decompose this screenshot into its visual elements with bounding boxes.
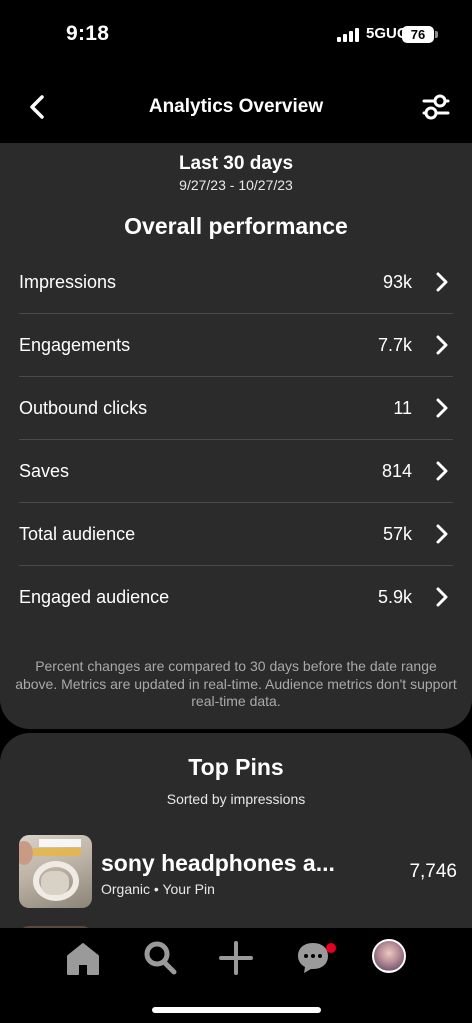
top-pins-title: Top Pins <box>188 754 284 780</box>
metric-label: Engagements <box>19 335 131 355</box>
top-pins-card: Top Pins Sorted by impressions sony head… <box>0 733 472 953</box>
signal-icon <box>337 28 359 42</box>
metric-label: Engaged audience <box>19 587 170 607</box>
tab-home[interactable] <box>63 938 103 978</box>
footnote: Percent changes are compared to 30 days … <box>15 658 457 709</box>
chevron-right-icon <box>436 461 448 481</box>
pin-title: sony headphones a... <box>101 850 335 876</box>
metric-value: 93k <box>382 272 412 292</box>
home-indicator <box>152 1007 321 1013</box>
metric-row-engaged-audience[interactable]: Engaged audience 5.9k <box>19 566 453 629</box>
metric-label: Impressions <box>19 272 117 292</box>
status-time: 9:18 <box>66 22 110 45</box>
home-icon <box>67 943 99 975</box>
avatar[interactable] <box>372 939 406 973</box>
plus-icon <box>219 941 253 975</box>
tab-search[interactable] <box>140 938 180 978</box>
metrics-list: Impressions 93k Engagements 7.7k Outboun… <box>0 251 472 629</box>
pin-thumbnail <box>19 835 92 908</box>
metric-label: Total audience <box>19 524 136 544</box>
metric-value: 57k <box>382 524 412 544</box>
metric-value: 814 <box>381 461 412 481</box>
pin-row[interactable]: sony headphones a... Organic • Your Pin … <box>19 835 459 909</box>
chevron-right-icon <box>436 524 448 544</box>
pin-meta: Organic • Your Pin <box>101 881 215 897</box>
filter-button[interactable] <box>420 92 452 122</box>
tab-create[interactable] <box>216 938 256 978</box>
metric-row-saves[interactable]: Saves 814 <box>19 440 453 503</box>
status-bar: 9:18 5GUC 76 <box>0 0 472 70</box>
page-title: Analytics Overview <box>148 96 324 117</box>
top-pins-sort-label[interactable]: Sorted by impressions <box>0 791 472 807</box>
date-range-label[interactable]: Last 30 days <box>0 153 472 175</box>
header: Analytics Overview <box>0 78 472 138</box>
notification-dot <box>326 943 336 953</box>
metric-value: 11 <box>393 398 412 418</box>
date-range-value: 9/27/23 - 10/27/23 <box>179 177 293 193</box>
performance-card: Last 30 days 9/27/23 - 10/27/23 Overall … <box>0 143 472 729</box>
chevron-right-icon <box>436 272 448 292</box>
metric-value: 7.7k <box>377 335 412 355</box>
metric-row-outbound-clicks[interactable]: Outbound clicks 11 <box>19 377 453 440</box>
performance-title: Overall performance <box>124 213 348 239</box>
chevron-right-icon <box>436 587 448 607</box>
chevron-right-icon <box>436 398 448 418</box>
analytics-screen: 9:18 5GUC 76 Analytics Overview Last 30 … <box>0 0 472 1023</box>
metric-row-impressions[interactable]: Impressions 93k <box>19 251 453 314</box>
chevron-right-icon <box>436 335 448 355</box>
battery-tip <box>435 31 438 38</box>
metric-row-engagements[interactable]: Engagements 7.7k <box>19 314 453 377</box>
search-icon <box>144 941 177 975</box>
battery-icon: 76 <box>402 26 434 43</box>
metric-label: Outbound clicks <box>19 398 148 418</box>
sliders-icon <box>422 94 450 120</box>
metric-row-total-audience[interactable]: Total audience 57k <box>19 503 453 566</box>
pin-impressions: 7,746 <box>409 861 457 882</box>
metric-value: 5.9k <box>377 587 412 607</box>
metric-label: Saves <box>19 461 70 481</box>
